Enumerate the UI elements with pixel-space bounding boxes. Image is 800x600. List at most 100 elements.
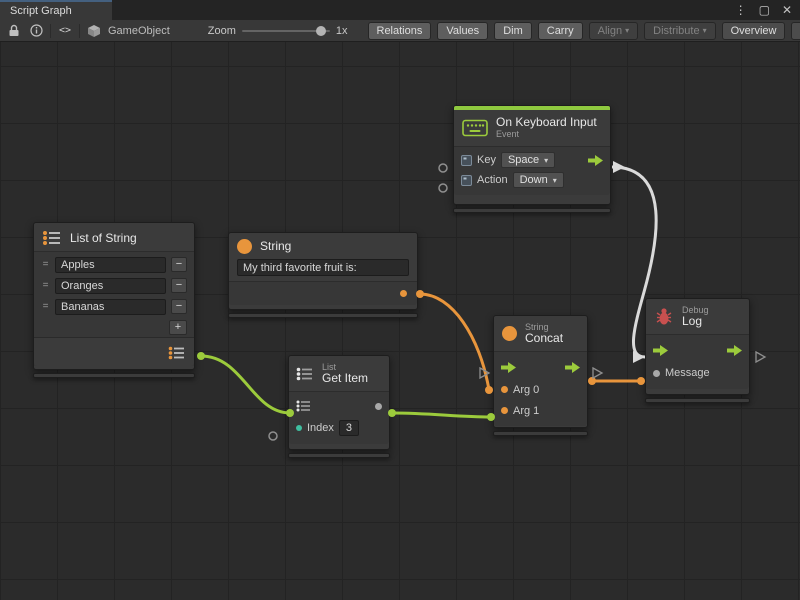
values-label: Values	[446, 25, 479, 37]
wire-string-to-concat[interactable]	[420, 294, 489, 390]
align-dropdown[interactable]: Align▾	[589, 22, 638, 40]
window-controls: ⋮ ▢ ✕	[735, 0, 800, 20]
dim-toggle[interactable]: Dim	[494, 22, 532, 40]
flow-input-port[interactable]	[501, 362, 516, 373]
wire-endpoint	[485, 386, 493, 394]
overview-button[interactable]: Overview	[722, 22, 786, 40]
wire-endpoint	[637, 377, 645, 385]
list-item-field[interactable]: Oranges	[55, 278, 166, 294]
key-dropdown[interactable]: Space ▾	[501, 152, 555, 168]
dim-label: Dim	[503, 25, 523, 37]
wire-list-to-getitem[interactable]	[201, 356, 290, 413]
list-output-port[interactable]	[168, 346, 186, 360]
drag-handle-icon[interactable]: =	[41, 259, 50, 270]
list-item-value: Apples	[61, 259, 95, 271]
flow-output-port[interactable]	[588, 155, 603, 166]
node-get-item[interactable]: List Get Item Index 3	[288, 355, 390, 450]
list-icon	[296, 367, 314, 381]
key-value-port[interactable]	[439, 164, 447, 172]
remove-item-button[interactable]: −	[171, 299, 187, 314]
zoom-slider-knob[interactable]	[316, 26, 326, 36]
string-value-field[interactable]: My third favorite fruit is:	[237, 259, 409, 276]
values-toggle[interactable]: Values	[437, 22, 488, 40]
node-title: List of String	[70, 232, 137, 245]
overview-label: Overview	[731, 25, 777, 37]
drag-handle-icon[interactable]: =	[41, 301, 50, 312]
window-maximize-icon[interactable]: ▢	[759, 3, 770, 17]
index-value: 3	[346, 422, 352, 434]
code-icon[interactable]: <>	[57, 22, 73, 40]
list-icon	[42, 230, 62, 246]
remove-item-button[interactable]: −	[171, 278, 187, 293]
align-label: Align	[598, 25, 622, 37]
remove-item-button[interactable]: −	[171, 257, 187, 272]
bug-icon	[654, 307, 674, 326]
flow-output-port[interactable]	[565, 362, 580, 373]
tab-script-graph[interactable]: Script Graph	[0, 0, 112, 20]
item-output-port[interactable]	[375, 403, 382, 410]
graph-canvas[interactable]: On Keyboard Input Event Key Space ▾	[0, 42, 800, 600]
node-concat[interactable]: String Concat Arg 0	[493, 315, 588, 428]
add-item-button[interactable]: +	[169, 320, 187, 335]
carry-label: Carry	[547, 25, 574, 37]
action-dropdown[interactable]: Down ▾	[513, 172, 564, 188]
unity-cube-icon	[86, 22, 102, 40]
list-item-field[interactable]: Bananas	[55, 299, 166, 315]
node-list-of-string[interactable]: List of String = Apples − = Oranges − = …	[33, 222, 195, 370]
list-input-port[interactable]	[296, 400, 311, 412]
zoom-slider[interactable]	[242, 30, 330, 32]
relations-label: Relations	[377, 25, 423, 37]
message-label: Message	[665, 367, 710, 379]
distribute-label: Distribute	[653, 25, 699, 37]
fullscreen-button[interactable]: Full Screen	[791, 22, 800, 40]
distribute-dropdown[interactable]: Distribute▾	[644, 22, 715, 40]
arg0-input-port[interactable]	[501, 386, 508, 393]
toolbar-divider	[79, 24, 80, 38]
arg1-input-port[interactable]	[501, 407, 508, 414]
node-debug-log[interactable]: Debug Log Message	[645, 298, 750, 395]
node-footer-bar	[288, 453, 390, 458]
message-input-port[interactable]	[653, 370, 660, 377]
concat-flow-out-port[interactable]	[593, 368, 602, 378]
lock-icon[interactable]	[6, 22, 22, 40]
flow-output-port[interactable]	[727, 345, 742, 356]
window-close-icon[interactable]: ✕	[782, 3, 792, 17]
node-footer-bar	[493, 431, 588, 436]
flow-input-port[interactable]	[653, 345, 668, 356]
chevron-down-icon: ▾	[553, 176, 557, 185]
carry-toggle[interactable]: Carry	[538, 22, 583, 40]
node-footer-bar	[228, 313, 418, 318]
node-title: Get Item	[322, 372, 368, 385]
concat-flow-in-port[interactable]	[480, 368, 489, 378]
list-item-value: Bananas	[61, 301, 104, 313]
gameobject-selector[interactable]: GameObject	[108, 25, 170, 37]
string-type-icon	[502, 326, 517, 341]
unity-script-graph-window: Script Graph ⋮ ▢ ✕ <> GameObject Zoom 1x…	[0, 0, 800, 600]
string-output-port[interactable]	[400, 290, 407, 297]
index-field[interactable]: 3	[339, 420, 359, 436]
node-title: Log	[682, 315, 709, 328]
log-flow-out-port[interactable]	[756, 352, 765, 362]
arg0-label: Arg 0	[513, 384, 539, 396]
relations-toggle[interactable]: Relations	[368, 22, 432, 40]
action-value-port[interactable]	[439, 184, 447, 192]
chevron-down-icon: ▾	[544, 156, 548, 165]
keycode-type-icon	[461, 155, 472, 166]
node-subtitle: Event	[496, 129, 597, 140]
info-icon[interactable]	[28, 22, 44, 40]
zoom-value: 1x	[336, 25, 348, 37]
node-title: Concat	[525, 332, 563, 345]
index-input-port[interactable]	[296, 425, 302, 431]
window-menu-icon[interactable]: ⋮	[735, 3, 747, 17]
zoom-label: Zoom	[208, 25, 236, 37]
wire-endpoint	[197, 352, 205, 360]
index-value-port[interactable]	[269, 432, 277, 440]
node-on-keyboard-input[interactable]: On Keyboard Input Event Key Space ▾	[453, 105, 611, 205]
node-string-literal[interactable]: String My third favorite fruit is:	[228, 232, 418, 310]
wire-getitem-to-concat[interactable]	[392, 413, 491, 417]
list-item-field[interactable]: Apples	[55, 257, 166, 273]
drag-handle-icon[interactable]: =	[41, 280, 50, 291]
action-port-label: Action	[477, 174, 508, 186]
arg1-label: Arg 1	[513, 405, 539, 417]
tab-bar: Script Graph ⋮ ▢ ✕	[0, 0, 800, 20]
